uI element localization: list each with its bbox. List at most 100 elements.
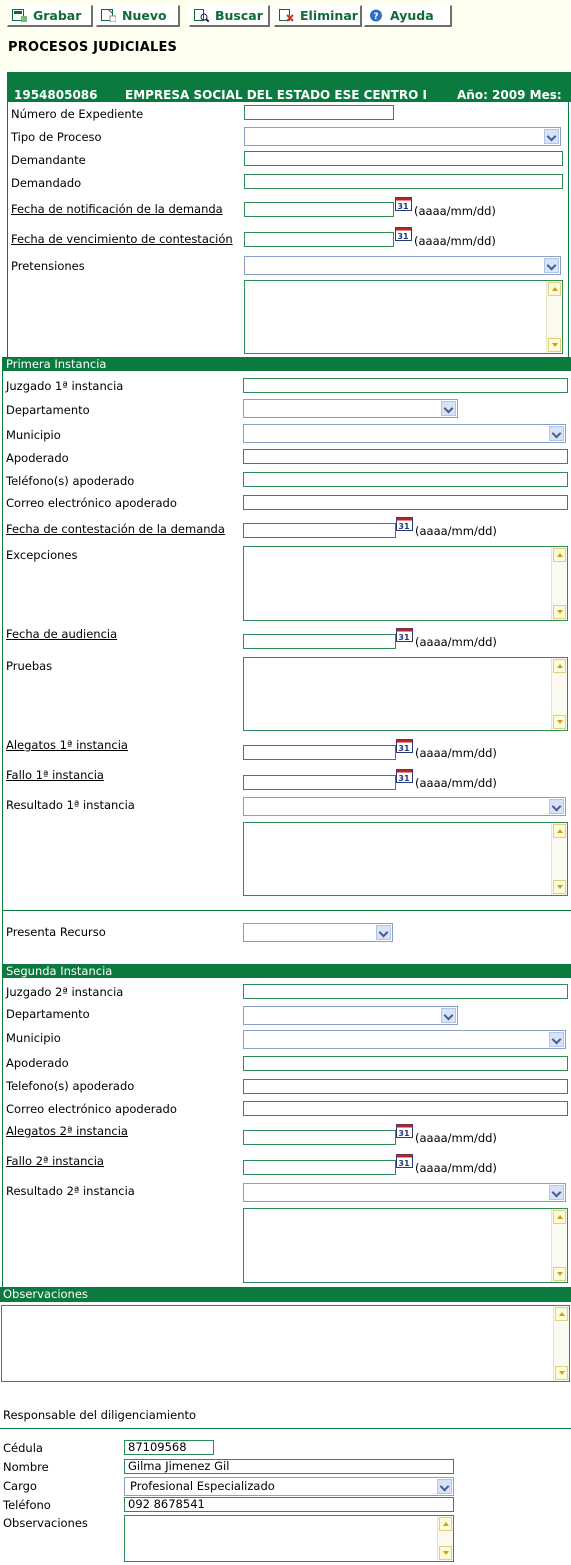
chevron-down-icon[interactable] [549, 1032, 564, 1047]
calendar-icon[interactable]: 31 [396, 1153, 415, 1168]
scrollbar[interactable] [546, 281, 562, 353]
scroll-down-icon[interactable] [553, 1267, 566, 1281]
left-border [2, 357, 3, 1287]
calendar-icon[interactable]: 31 [396, 1123, 415, 1138]
scroll-down-icon[interactable] [555, 1366, 568, 1380]
scroll-up-icon[interactable] [553, 824, 566, 838]
alegatos-2-input[interactable] [243, 1130, 396, 1145]
cedula-field[interactable]: 87109568 [124, 1440, 214, 1455]
resultado-1-select[interactable] [243, 797, 566, 816]
scroll-down-icon[interactable] [553, 880, 566, 894]
scroll-up-icon[interactable] [553, 659, 566, 673]
fallo-1-input[interactable] [243, 775, 396, 790]
scroll-up-icon[interactable] [553, 548, 566, 562]
fecha-notificacion-label[interactable]: Fecha de notificación de la demanda [11, 202, 223, 216]
excepciones-textarea[interactable] [243, 546, 568, 621]
calendar-icon[interactable]: 31 [396, 768, 415, 783]
scroll-up-icon[interactable] [553, 1210, 566, 1224]
numero-expediente-input[interactable] [244, 105, 394, 120]
calendar-icon[interactable]: 31 [396, 516, 415, 531]
grabar-button[interactable]: Grabar [7, 5, 93, 27]
divider [2, 910, 571, 911]
fecha-contestacion-input[interactable] [243, 523, 396, 538]
fallo-1-label[interactable]: Fallo 1ª instancia [6, 768, 104, 782]
nuevo-label: Nuevo [122, 8, 167, 23]
fallo-2-input[interactable] [243, 1160, 396, 1175]
fecha-vencimiento-label[interactable]: Fecha de vencimiento de contestación [11, 232, 233, 246]
observaciones-resp-label: Observaciones [3, 1516, 88, 1530]
buscar-button[interactable]: Buscar [189, 5, 270, 27]
calendar-icon[interactable]: 31 [396, 627, 415, 642]
demandante-input[interactable] [244, 151, 563, 166]
demandado-input[interactable] [244, 174, 563, 189]
scrollbar[interactable] [551, 658, 567, 730]
chevron-down-icon[interactable] [437, 1479, 452, 1494]
scrollbar[interactable] [551, 1209, 567, 1282]
scroll-down-icon[interactable] [439, 1546, 452, 1560]
scrollbar[interactable] [437, 1516, 453, 1561]
chevron-down-icon[interactable] [441, 401, 456, 416]
fecha-contestacion-label[interactable]: Fecha de contestación de la demanda [6, 522, 225, 536]
chevron-down-icon[interactable] [544, 258, 559, 273]
fecha-vencimiento-input[interactable] [244, 232, 394, 247]
demandante-label: Demandante [11, 153, 86, 167]
resultado-2-select[interactable] [243, 1183, 566, 1202]
tipo-proceso-select[interactable] [244, 127, 561, 146]
delete-icon [279, 9, 294, 22]
ayuda-button[interactable]: ? Ayuda [364, 5, 452, 27]
chevron-down-icon[interactable] [549, 426, 564, 441]
telefono-1-input[interactable] [243, 472, 568, 487]
scrollbar[interactable] [553, 1306, 569, 1381]
alegatos-2-label[interactable]: Alegatos 2ª instancia [6, 1124, 128, 1138]
telefono-resp-field[interactable]: 092 8678541 [124, 1497, 454, 1512]
presenta-recurso-select[interactable] [243, 923, 393, 942]
observaciones-resp-textarea[interactable] [124, 1515, 454, 1562]
scrollbar[interactable] [551, 823, 567, 895]
municipio-1-select[interactable] [243, 424, 566, 443]
scroll-up-icon[interactable] [548, 282, 561, 296]
chevron-down-icon[interactable] [549, 799, 564, 814]
alegatos-1-label[interactable]: Alegatos 1ª instancia [6, 738, 128, 752]
apoderado-2-input[interactable] [243, 1056, 568, 1071]
tipo-proceso-label: Tipo de Proceso [11, 130, 102, 144]
chevron-down-icon[interactable] [549, 1185, 564, 1200]
scroll-up-icon[interactable] [439, 1517, 452, 1531]
scroll-up-icon[interactable] [555, 1307, 568, 1321]
resultado-1-textarea[interactable] [243, 822, 568, 896]
chevron-down-icon[interactable] [544, 129, 559, 144]
scrollbar[interactable] [551, 547, 567, 620]
telefono-2-input[interactable] [243, 1079, 568, 1094]
nuevo-button[interactable]: Nuevo [96, 5, 180, 27]
date-format-hint: (aaaa/mm/dd) [415, 746, 497, 760]
chevron-down-icon[interactable] [441, 1008, 456, 1023]
departamento-1-select[interactable] [243, 399, 458, 418]
municipio-2-select[interactable] [243, 1030, 566, 1049]
fecha-audiencia-input[interactable] [243, 634, 396, 649]
scroll-down-icon[interactable] [553, 605, 566, 619]
correo-2-input[interactable] [243, 1101, 568, 1116]
scroll-down-icon[interactable] [553, 715, 566, 729]
cargo-select[interactable]: Profesional Especializado [124, 1477, 454, 1496]
juzgado-2-input[interactable] [243, 984, 568, 999]
pruebas-textarea[interactable] [243, 657, 568, 731]
calendar-icon[interactable]: 31 [395, 196, 414, 211]
calendar-icon[interactable]: 31 [395, 226, 414, 241]
scroll-down-icon[interactable] [548, 338, 561, 352]
apoderado-1-input[interactable] [243, 449, 568, 464]
grabar-label: Grabar [33, 8, 82, 23]
correo-1-input[interactable] [243, 495, 568, 510]
chevron-down-icon[interactable] [376, 925, 391, 940]
fecha-audiencia-label[interactable]: Fecha de audiencia [6, 627, 117, 641]
fallo-2-label[interactable]: Fallo 2ª instancia [6, 1154, 104, 1168]
departamento-2-select[interactable] [243, 1006, 458, 1025]
juzgado-1-input[interactable] [243, 378, 568, 393]
pretensiones-textarea[interactable] [244, 280, 563, 354]
alegatos-1-input[interactable] [243, 745, 396, 760]
nombre-field[interactable]: Gilma Jimenez Gil [124, 1459, 454, 1474]
observaciones-textarea[interactable] [1, 1305, 570, 1382]
eliminar-button[interactable]: Eliminar [274, 5, 362, 27]
fecha-notificacion-input[interactable] [244, 202, 394, 217]
pretensiones-select[interactable] [244, 256, 561, 275]
resultado-2-textarea[interactable] [243, 1208, 568, 1283]
calendar-icon[interactable]: 31 [396, 738, 415, 753]
